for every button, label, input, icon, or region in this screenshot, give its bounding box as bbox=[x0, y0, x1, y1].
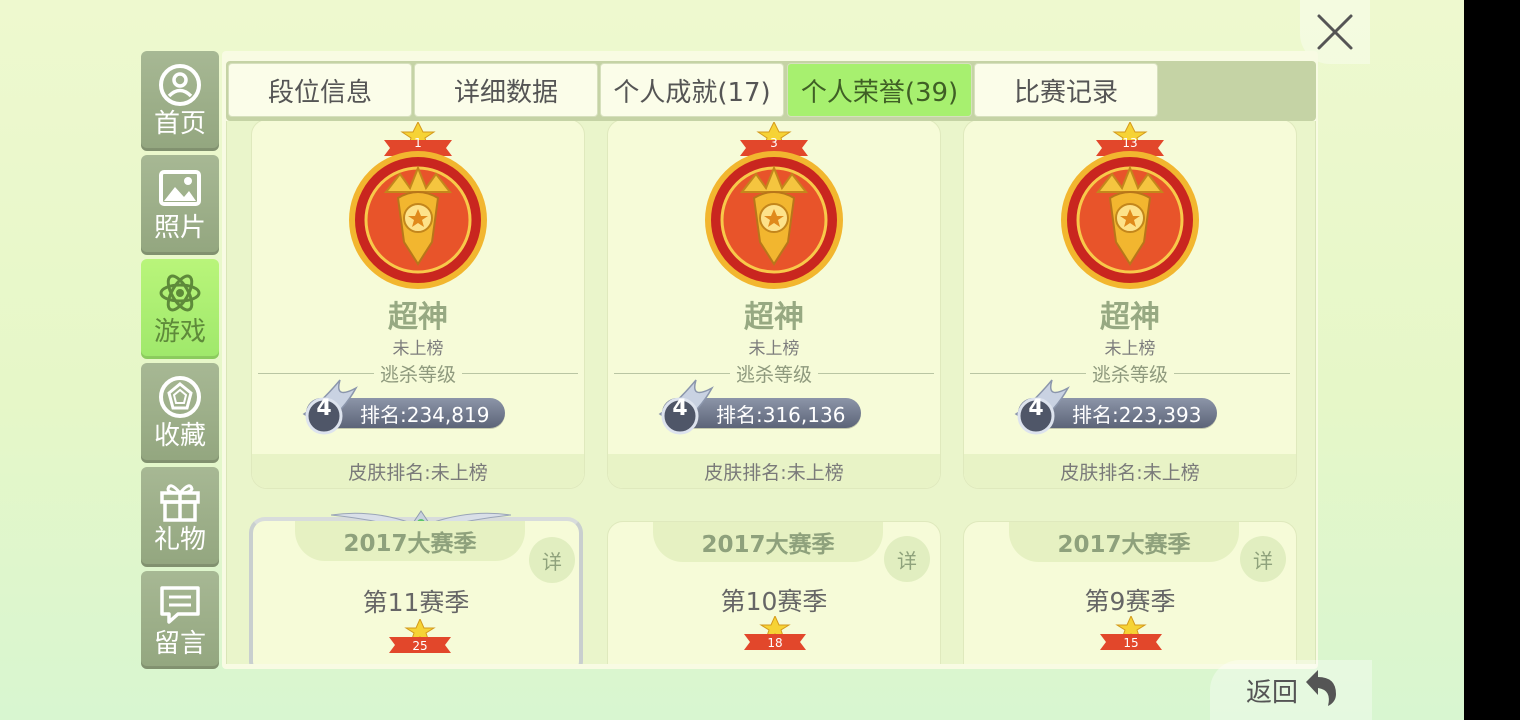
sidebar-item-home[interactable]: 首页 bbox=[141, 51, 219, 151]
season-name: 第11赛季 bbox=[362, 588, 470, 617]
screen-edge bbox=[1464, 0, 1520, 720]
season-medal-number: 15 bbox=[1123, 636, 1139, 650]
sidebar-item-collection[interactable]: 收藏 bbox=[141, 363, 219, 463]
honor-card[interactable]: 13 超神 未上榜 逃杀等级 排名:223,393 4 皮肤排名:未上榜 bbox=[963, 121, 1297, 489]
detail-button[interactable]: 详 bbox=[1240, 536, 1286, 582]
tab-rank-info[interactable]: 段位信息 bbox=[228, 63, 412, 117]
detail-label: 详 bbox=[542, 549, 562, 574]
tab-label: 段位信息 bbox=[267, 77, 372, 108]
honor-status: 未上榜 bbox=[392, 339, 444, 359]
season-medal-number: 25 bbox=[412, 639, 428, 653]
photo-icon bbox=[159, 170, 201, 206]
detail-button[interactable]: 详 bbox=[529, 537, 575, 583]
honor-title: 超神 bbox=[1100, 300, 1160, 335]
sidebar-item-label: 收藏 bbox=[153, 421, 206, 451]
season-card[interactable]: 2017大赛季 详 第9赛季 15 bbox=[963, 521, 1297, 664]
honor-title: 超神 bbox=[744, 300, 804, 335]
detail-button[interactable]: 详 bbox=[884, 536, 930, 582]
category-label: 逃杀等级 bbox=[380, 364, 457, 386]
skin-rank: 皮肤排名:未上榜 bbox=[964, 454, 1296, 488]
medal-number: 13 bbox=[1122, 136, 1138, 150]
category-label: 逃杀等级 bbox=[1092, 364, 1169, 386]
season-year: 2017大赛季 bbox=[653, 522, 883, 562]
season-year: 2017大赛季 bbox=[1009, 522, 1239, 562]
sidebar-item-label: 礼物 bbox=[153, 525, 206, 555]
atom-icon bbox=[159, 274, 201, 312]
rank-text: 排名:316,136 bbox=[716, 402, 846, 427]
gift-icon bbox=[160, 484, 200, 522]
honor-list[interactable]: 1 超神 未上榜 逃杀等级 排名:234,819 4 皮肤排名:未上榜 3 超神… bbox=[226, 121, 1316, 664]
home-user-icon bbox=[159, 64, 201, 106]
tab-match-records[interactable]: 比赛记录 bbox=[974, 63, 1158, 117]
honor-card[interactable]: 1 超神 未上榜 逃杀等级 排名:234,819 4 皮肤排名:未上榜 bbox=[251, 121, 585, 489]
season-card[interactable]: 2017大赛季 详 第11赛季 25 bbox=[249, 510, 583, 664]
sidebar-item-message[interactable]: 留言 bbox=[141, 571, 219, 669]
sidebar-item-gift[interactable]: 礼物 bbox=[141, 467, 219, 567]
rank-text: 排名:234,819 bbox=[360, 402, 490, 427]
sidebar-item-label: 留言 bbox=[153, 629, 206, 659]
sidebar-item-game[interactable]: 游戏 bbox=[141, 259, 219, 359]
tab-label: 比赛记录 bbox=[1013, 77, 1118, 108]
close-icon bbox=[1317, 14, 1353, 50]
sidebar-item-label: 照片 bbox=[153, 213, 206, 243]
level-number: 4 bbox=[316, 396, 332, 421]
message-icon bbox=[160, 586, 200, 624]
sidebar: 首页 照片 游戏 收藏 礼物 留言 bbox=[141, 51, 219, 673]
season-card[interactable]: 2017大赛季 详 第10赛季 18 bbox=[607, 521, 941, 664]
medal-number: 3 bbox=[770, 136, 778, 150]
tab-label: 详细数据 bbox=[453, 77, 558, 108]
season-name: 第10赛季 bbox=[720, 587, 828, 616]
main-panel: 段位信息 详细数据 个人成就(17) 个人荣誉(39) 比赛记录 1 超神 未上… bbox=[222, 51, 1318, 669]
sidebar-item-label: 首页 bbox=[153, 109, 206, 139]
back-arrow-icon[interactable] bbox=[1302, 668, 1340, 708]
tab-label: 个人成就(17) bbox=[613, 77, 771, 108]
honor-card[interactable]: 3 超神 未上榜 逃杀等级 排名:316,136 4 皮肤排名:未上榜 bbox=[607, 121, 941, 489]
level-number: 4 bbox=[672, 396, 688, 421]
rank-text: 排名:223,393 bbox=[1072, 402, 1202, 427]
season-year: 2017大赛季 bbox=[295, 521, 525, 561]
honor-status: 未上榜 bbox=[1104, 339, 1156, 359]
level-number: 4 bbox=[1028, 396, 1044, 421]
detail-label: 详 bbox=[1253, 548, 1273, 573]
back-label[interactable]: 返回 bbox=[1246, 672, 1298, 709]
season-medal-number: 18 bbox=[767, 636, 783, 650]
honor-status: 未上榜 bbox=[748, 339, 800, 359]
skin-rank: 皮肤排名:未上榜 bbox=[252, 454, 584, 488]
tab-label: 个人荣誉(39) bbox=[800, 77, 959, 108]
tab-honors[interactable]: 个人荣誉(39) bbox=[787, 63, 972, 117]
sidebar-item-label: 游戏 bbox=[153, 317, 206, 347]
tab-achievements[interactable]: 个人成就(17) bbox=[600, 63, 784, 117]
category-label: 逃杀等级 bbox=[736, 364, 813, 386]
honor-title: 超神 bbox=[388, 300, 448, 335]
detail-label: 详 bbox=[897, 548, 917, 573]
sidebar-item-photo[interactable]: 照片 bbox=[141, 155, 219, 255]
skin-rank: 皮肤排名:未上榜 bbox=[608, 454, 940, 488]
season-name: 第9赛季 bbox=[1084, 587, 1176, 616]
medal-number: 1 bbox=[414, 136, 422, 150]
gem-icon bbox=[159, 376, 201, 418]
tab-detail-data[interactable]: 详细数据 bbox=[414, 63, 598, 117]
